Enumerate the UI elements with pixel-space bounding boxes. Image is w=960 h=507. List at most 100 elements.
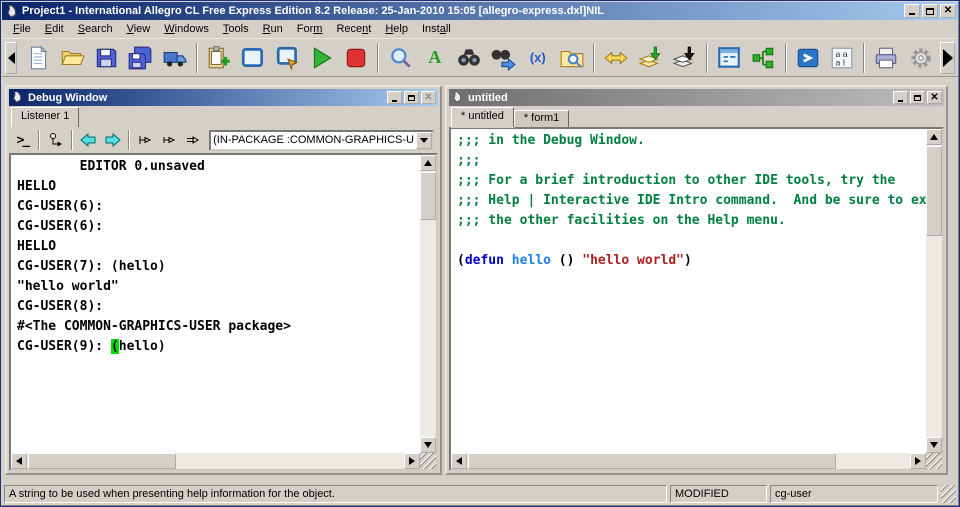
editor-title-bar[interactable]: untitled ✕ [449,89,944,106]
menu-help[interactable]: Help [378,21,415,37]
open-file-button[interactable] [55,42,89,74]
debug-title-bar[interactable]: Debug Window ✕ [9,89,438,106]
class-graph-icon [751,45,777,71]
menu-file[interactable]: File [6,21,38,37]
truck-icon [162,45,188,71]
fonts-button[interactable]: A [418,42,452,74]
scroll-left-button[interactable] [11,453,27,469]
save-icon [93,45,119,71]
new-dialog-icon [275,45,301,71]
combo-dropdown-button[interactable] [416,132,432,149]
editor-close-button[interactable]: ✕ [927,91,942,104]
tab-untitled[interactable]: * untitled [451,107,514,127]
editor-hscrollbar[interactable] [451,453,926,469]
swap-button[interactable] [599,42,633,74]
toolbar-collapse-handle[interactable] [5,42,17,74]
listener-vscrollbar[interactable] [420,155,436,453]
step-over-button[interactable] [157,129,180,151]
tab-form1[interactable]: * form1 [514,110,569,127]
new-file-button[interactable] [20,42,54,74]
listener-hscrollbar[interactable] [11,453,420,469]
scroll-down-button[interactable] [926,437,942,453]
compile-load-button[interactable] [668,42,702,74]
new-listener-button[interactable]: >_ [11,129,34,151]
menu-view[interactable]: View [120,21,158,37]
double-right-arrow-icon [185,133,200,147]
editor-minimize-button[interactable] [893,91,908,104]
resize-grip[interactable] [926,453,942,469]
editor-maximize-button[interactable] [910,91,925,104]
menu-recent[interactable]: Recent [329,21,378,37]
class-browser-button[interactable] [746,42,780,74]
resize-grip[interactable] [420,453,436,469]
options-button[interactable] [904,42,938,74]
step-into-button[interactable] [134,129,157,151]
close-button[interactable]: ✕ [940,4,956,18]
zoom-button[interactable] [383,42,417,74]
left-triangle-icon [8,52,15,64]
continue-button[interactable] [181,129,204,151]
listener-line: HELLO [17,237,414,257]
toolbar-separator [128,130,130,150]
load-file-button[interactable] [634,42,668,74]
package-combo[interactable]: (IN-PACKAGE :COMMON-GRAPHICS-U [209,130,434,151]
toolbar-separator [38,130,40,150]
tab-listener1[interactable]: Listener 1 [11,107,79,127]
minimize-button[interactable] [904,4,920,18]
down-arrow-icon [424,442,432,448]
vscroll-thumb[interactable] [420,172,436,220]
scroll-down-button[interactable] [420,437,436,453]
menu-run[interactable]: Run [256,21,290,37]
scroll-right-button[interactable] [910,453,926,469]
vscroll-thumb[interactable] [926,146,942,236]
listener-button[interactable] [791,42,825,74]
scroll-up-button[interactable] [420,155,436,171]
save-all-button[interactable] [123,42,157,74]
hscroll-thumb[interactable] [468,453,836,469]
toolbar-separator [706,43,708,73]
editor-vscrollbar[interactable] [926,129,942,453]
hscroll-thumb[interactable] [28,453,176,469]
listener-output[interactable]: EDITOR 0.unsaved HELLO CG-USER(6): CG-US… [11,155,420,453]
find-in-files-button[interactable] [555,42,589,74]
menu-form[interactable]: Form [290,21,330,37]
toolbar-separator [593,43,595,73]
debug-minimize-button[interactable] [387,91,402,104]
new-project-button[interactable] [202,42,236,74]
menu-tools[interactable]: Tools [216,21,256,37]
run-button[interactable] [305,42,339,74]
find-button[interactable] [452,42,486,74]
menu-edit[interactable]: Edit [38,21,71,37]
deliver-button[interactable] [158,42,192,74]
save-button[interactable] [89,42,123,74]
status-package: cg-user [770,485,938,503]
debug-close-button[interactable]: ✕ [421,91,436,104]
restart-button[interactable] [44,129,67,151]
history-back-button[interactable] [77,129,100,151]
scroll-right-button[interactable] [404,453,420,469]
statusbar-resize-grip[interactable] [941,485,956,503]
menu-windows[interactable]: Windows [157,21,216,37]
inspect-button[interactable] [712,42,746,74]
stop-button[interactable] [339,42,373,74]
step-over-arrow-icon [161,133,176,147]
debug-maximize-button[interactable] [404,91,419,104]
maximize-icon [408,95,415,101]
print-button[interactable] [869,42,903,74]
case-mode-button[interactable]: a aa I [825,42,859,74]
find-next-button[interactable] [486,42,520,74]
new-dialog-button[interactable] [271,42,305,74]
toolbar-expand-handle[interactable] [940,42,955,74]
scroll-left-button[interactable] [451,453,467,469]
maximize-button[interactable] [922,4,938,18]
new-form-button[interactable] [236,42,270,74]
menu-search[interactable]: Search [71,21,120,37]
binoculars-arrow-icon [490,45,516,71]
history-forward-button[interactable] [101,129,124,151]
replace-button[interactable]: (x) [521,42,555,74]
open-folder-icon [59,45,85,71]
menu-install[interactable]: Install [415,21,458,37]
binoculars-icon [456,45,482,71]
scroll-up-button[interactable] [926,129,942,145]
editor-text[interactable]: ;;; in the Debug Window. ;;; ;;; For a b… [451,129,926,453]
